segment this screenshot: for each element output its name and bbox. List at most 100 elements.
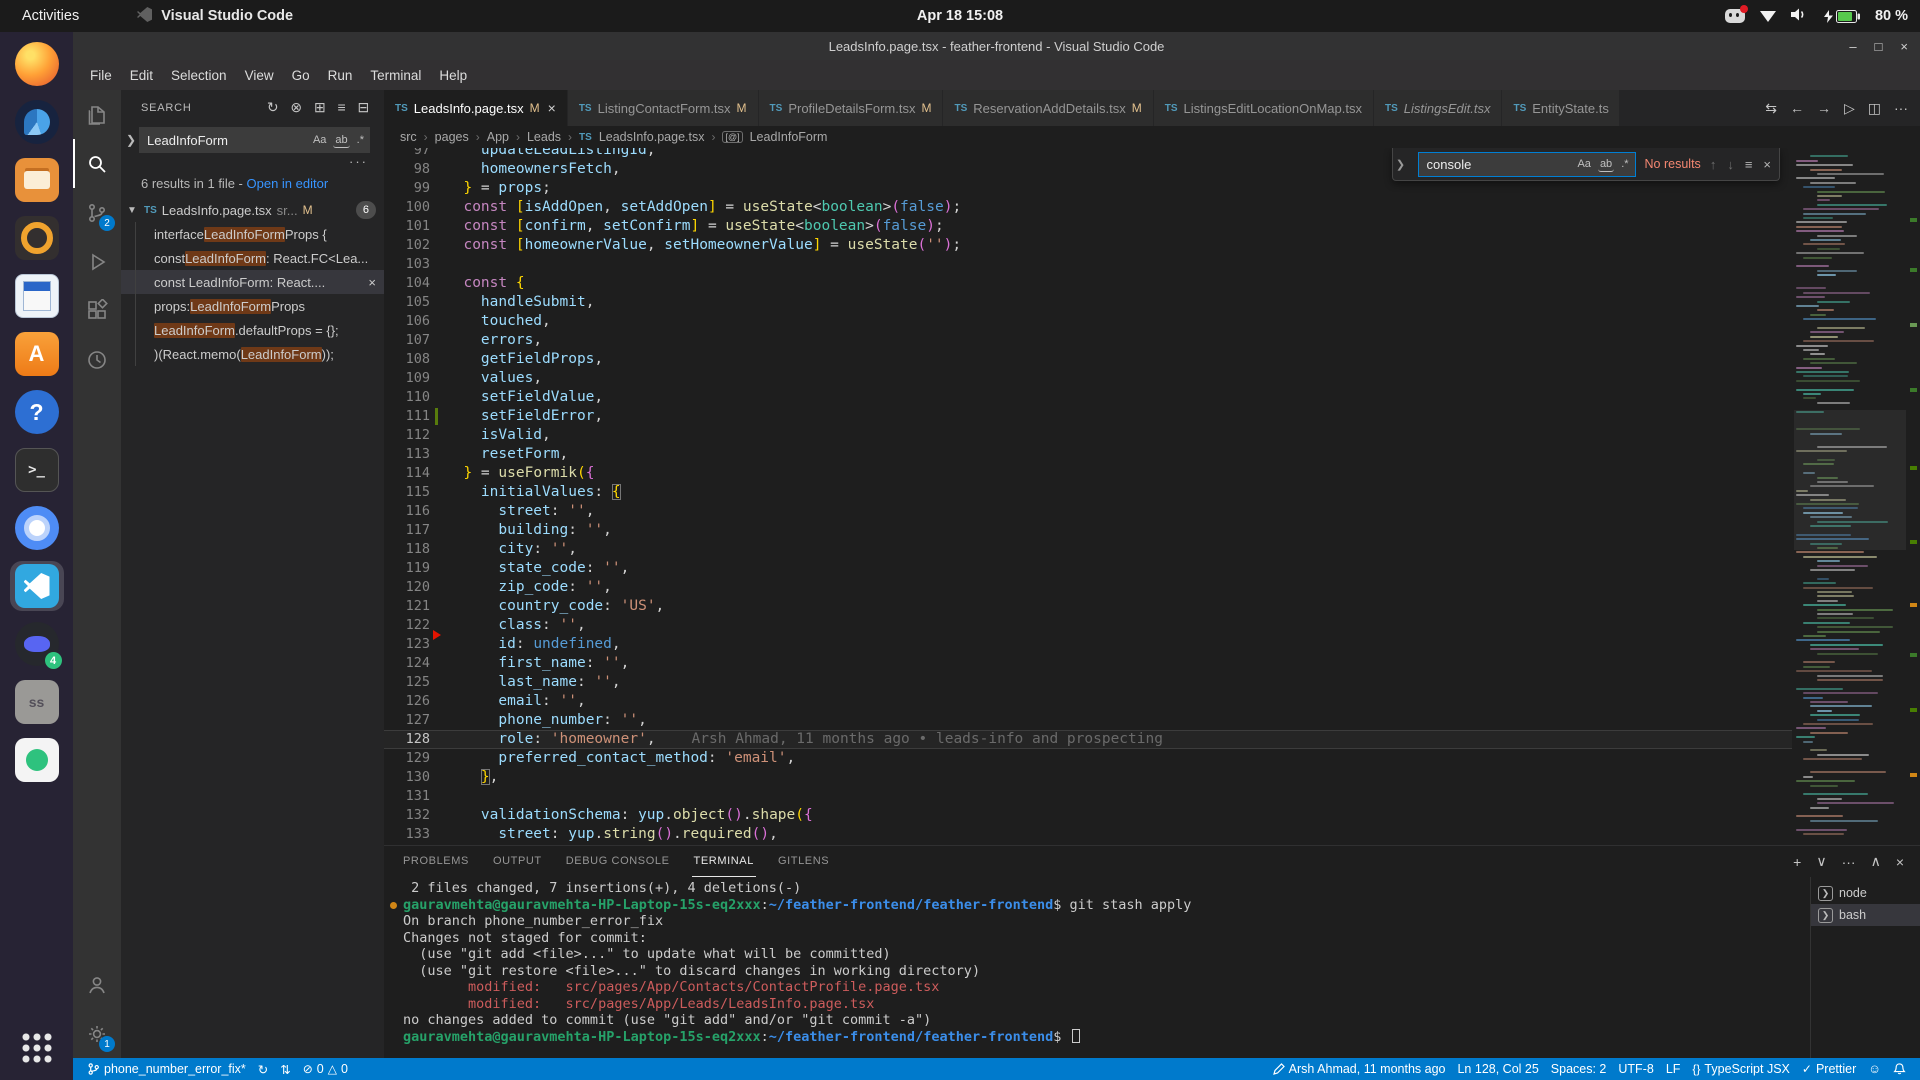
breadcrumb[interactable]: src›pages›App›Leads›TSLeadsInfo.page.tsx… bbox=[384, 126, 1920, 148]
find-query[interactable]: console bbox=[1427, 157, 1576, 172]
menu-edit[interactable]: Edit bbox=[121, 64, 162, 87]
code-line[interactable]: 123 id: undefined, bbox=[384, 635, 1792, 654]
code-line[interactable]: 107 errors, bbox=[384, 331, 1792, 350]
maximize-icon[interactable]: □ bbox=[1875, 39, 1883, 54]
close-tab-icon[interactable]: × bbox=[548, 100, 556, 116]
activity-explorer-icon[interactable] bbox=[73, 90, 121, 139]
launch-profile-icon[interactable]: ∨ bbox=[1816, 853, 1826, 870]
whole-word-icon[interactable]: ab bbox=[1598, 157, 1614, 172]
code-line[interactable]: 117 building: '', bbox=[384, 521, 1792, 540]
dock-item-discord[interactable]: 4 bbox=[10, 619, 64, 669]
panel-tab-problems[interactable]: PROBLEMS bbox=[401, 846, 471, 877]
problems-status[interactable]: ⊘0△0 bbox=[297, 1058, 354, 1080]
regex-icon[interactable]: .* bbox=[1619, 157, 1630, 171]
search-result-row[interactable]: const LeadInfoForm: React....× bbox=[121, 270, 384, 294]
find-in-selection-icon[interactable]: ≡ bbox=[1745, 157, 1753, 172]
code-line[interactable]: 125 last_name: '', bbox=[384, 673, 1792, 692]
code-line[interactable]: 105 handleSubmit, bbox=[384, 293, 1792, 312]
code-line[interactable]: 116 street: '', bbox=[384, 502, 1792, 521]
close-panel-icon[interactable]: × bbox=[1896, 854, 1904, 870]
search-result-row[interactable]: props: LeadInfoFormProps bbox=[121, 294, 384, 318]
menu-view[interactable]: View bbox=[236, 64, 283, 87]
discord-indicator-icon[interactable] bbox=[1725, 9, 1745, 23]
code-line[interactable]: 102 const [homeownerValue, setHomeownerV… bbox=[384, 236, 1792, 255]
breadcrumb-item[interactable]: Leads bbox=[527, 130, 561, 144]
blame-status[interactable]: Arsh Ahmad, 11 months ago bbox=[1267, 1058, 1452, 1080]
more-actions-icon[interactable]: ··· bbox=[1842, 854, 1856, 870]
code-line[interactable]: 115 initialValues: { bbox=[384, 483, 1792, 502]
panel-tab-terminal[interactable]: TERMINAL bbox=[692, 846, 756, 877]
code-line[interactable]: 120 zip_code: '', bbox=[384, 578, 1792, 597]
activity-history-icon[interactable] bbox=[73, 335, 121, 384]
find-widget-chevron[interactable]: ❯ bbox=[1393, 158, 1409, 171]
dock-item-ssb[interactable] bbox=[10, 677, 64, 727]
code-line[interactable]: 99 } = props; bbox=[384, 179, 1792, 198]
sync-changes-icon[interactable]: ↻ bbox=[252, 1058, 274, 1080]
search-details-toggle[interactable]: ··· bbox=[121, 153, 384, 171]
dock-item-help[interactable] bbox=[10, 387, 64, 437]
dock-item-chromium[interactable] bbox=[10, 503, 64, 553]
activity-source-control-icon[interactable]: 2 bbox=[73, 188, 121, 237]
open-in-editor-link[interactable]: Open in editor bbox=[247, 176, 329, 191]
dock-item-thunderbird[interactable] bbox=[10, 97, 64, 147]
cursor-position[interactable]: Ln 128, Col 25 bbox=[1451, 1058, 1544, 1080]
code-line[interactable]: 113 resetForm, bbox=[384, 445, 1792, 464]
code-line[interactable]: 101 const [confirm, setConfirm] = useSta… bbox=[384, 217, 1792, 236]
code-line[interactable]: 133 street: yup.string().required(), bbox=[384, 825, 1792, 844]
breadcrumb-item[interactable]: src bbox=[400, 130, 417, 144]
dock-item-vscode[interactable] bbox=[10, 561, 64, 611]
code-line[interactable]: 127 phone_number: '', bbox=[384, 711, 1792, 730]
code-editor[interactable]: 97 updateLeadListingId,98 homeownersFetc… bbox=[384, 148, 1920, 845]
activity-manage-icon[interactable]: 1 bbox=[73, 1009, 121, 1058]
maximize-panel-icon[interactable]: ∧ bbox=[1871, 853, 1881, 870]
code-line[interactable]: 104 const { bbox=[384, 274, 1792, 293]
dock-item-media-player[interactable] bbox=[10, 213, 64, 263]
close-icon[interactable]: × bbox=[1763, 157, 1771, 172]
dock-item-green-app[interactable] bbox=[10, 735, 64, 785]
panel-tab-gitlens[interactable]: GITLENS bbox=[776, 846, 831, 877]
menu-run[interactable]: Run bbox=[319, 64, 362, 87]
breadcrumb-item[interactable]: pages bbox=[435, 130, 469, 144]
menu-file[interactable]: File bbox=[81, 64, 121, 87]
menu-help[interactable]: Help bbox=[430, 64, 476, 87]
search-result-row[interactable]: )(React.memo(LeadInfoForm)); bbox=[121, 342, 384, 366]
dock-item-app-grid[interactable] bbox=[10, 1023, 64, 1073]
new-terminal-icon[interactable]: + bbox=[1793, 854, 1801, 870]
activity-run-debug-icon[interactable] bbox=[73, 237, 121, 286]
menu-selection[interactable]: Selection bbox=[162, 64, 236, 87]
code-line[interactable]: 131 bbox=[384, 787, 1792, 806]
run-icon[interactable]: ▷ bbox=[1844, 100, 1855, 117]
focused-app-indicator[interactable]: Visual Studio Code bbox=[137, 7, 293, 26]
nav-forward-icon[interactable]: → bbox=[1817, 100, 1831, 116]
window-titlebar[interactable]: LeadsInfo.page.tsx - feather-frontend - … bbox=[73, 32, 1920, 60]
minimap[interactable] bbox=[1794, 148, 1906, 845]
chevron-down-icon[interactable]: ▼ bbox=[127, 205, 139, 216]
previous-match-icon[interactable]: ↑ bbox=[1710, 157, 1717, 172]
code-line[interactable]: 129 preferred_contact_method: 'email', bbox=[384, 749, 1792, 768]
tab-LeadsInfo.page.tsx[interactable]: TSLeadsInfo.page.tsxM× bbox=[384, 90, 568, 126]
search-result-row[interactable]: interface LeadInfoFormProps { bbox=[121, 222, 384, 246]
code-line[interactable]: 126 email: '', bbox=[384, 692, 1792, 711]
breadcrumb-symbol[interactable]: LeadInfoForm bbox=[750, 130, 828, 144]
overview-ruler[interactable] bbox=[1906, 148, 1920, 845]
encoding-status[interactable]: UTF-8 bbox=[1612, 1058, 1659, 1080]
menu-go[interactable]: Go bbox=[283, 64, 319, 87]
feedback-icon[interactable]: ☺ bbox=[1862, 1058, 1887, 1080]
tab-ProfileDetailsForm.tsx[interactable]: TSProfileDetailsForm.tsxM bbox=[759, 90, 944, 126]
search-result-row[interactable]: LeadInfoForm.defaultProps = {}; bbox=[121, 318, 384, 342]
minimap-slider[interactable] bbox=[1794, 410, 1906, 550]
system-tray[interactable]: 80 % bbox=[1725, 7, 1908, 26]
code-line[interactable]: 128 role: 'homeowner',Arsh Ahmad, 11 mon… bbox=[384, 730, 1792, 749]
tab-ListingContactForm.tsx[interactable]: TSListingContactForm.tsxM bbox=[568, 90, 759, 126]
clock[interactable]: Apr 18 15:08 bbox=[917, 8, 1003, 24]
search-query[interactable]: LeadInfoForm bbox=[147, 133, 311, 148]
tab-ListingsEdit.tsx[interactable]: TSListingsEdit.tsx bbox=[1374, 90, 1502, 126]
panel-tab-output[interactable]: OUTPUT bbox=[491, 846, 544, 877]
formatter-status[interactable]: ✓Prettier bbox=[1796, 1058, 1862, 1080]
git-branch-status[interactable]: phone_number_error_fix* bbox=[81, 1058, 252, 1080]
view-as-tree-icon[interactable]: ≡ bbox=[337, 99, 346, 116]
activity-accounts-icon[interactable] bbox=[73, 960, 121, 1009]
panel-tab-debug-console[interactable]: DEBUG CONSOLE bbox=[564, 846, 672, 877]
clear-search-results-icon[interactable]: ⊗ bbox=[290, 99, 303, 116]
match-case-icon[interactable]: Aa bbox=[311, 133, 328, 147]
